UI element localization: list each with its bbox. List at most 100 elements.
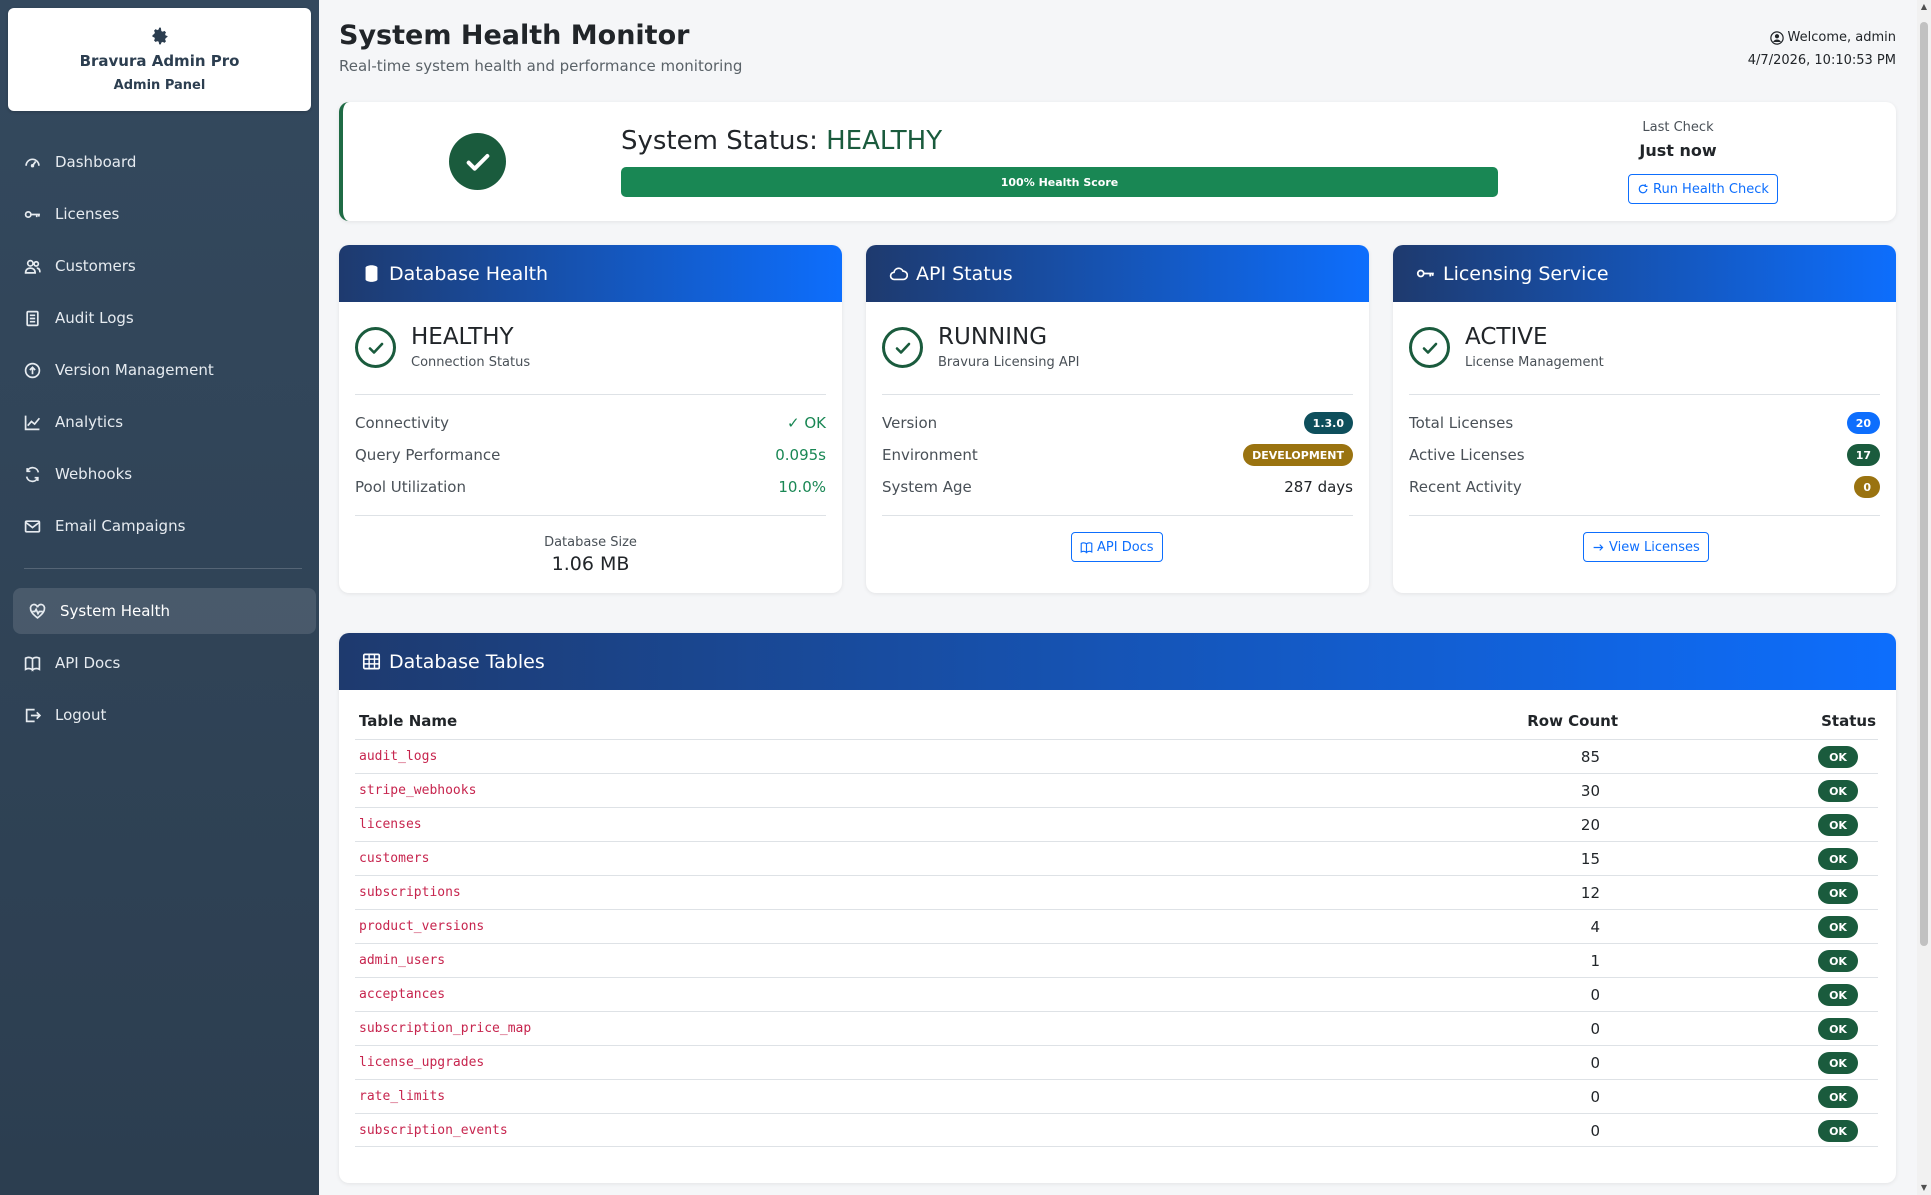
row-count-cell: 0 [1590, 1122, 1600, 1140]
sidebar-item-label: System Health [60, 602, 170, 620]
status-badge: OK [1818, 1018, 1858, 1040]
refresh-icon [1638, 184, 1648, 194]
database-health-title: Database Health [389, 262, 549, 285]
recent-activity-row: Recent Activity 0 [1409, 476, 1880, 498]
licensing-status-sub: License Management [1465, 355, 1604, 370]
scroll-down-arrow-icon[interactable]: ▼ [1919, 1183, 1929, 1193]
pool-utilization-row: Pool Utilization 10.0% [355, 476, 826, 498]
system-status-card: System Status: HEALTHY 100% Health Score… [339, 102, 1896, 221]
environment-row: Environment DEVELOPMENT [882, 444, 1353, 466]
col-header-status: Status [1821, 712, 1876, 730]
status-badge: OK [1818, 814, 1858, 836]
sidebar-item-api-docs[interactable]: API Docs [13, 640, 316, 686]
table-row: stripe_webhooks 30 OK [355, 773, 1878, 807]
key-icon [23, 205, 41, 223]
api-status-title: API Status [916, 262, 1013, 285]
row-label: Version [882, 414, 938, 432]
last-check-label: Last Check [1642, 120, 1714, 135]
status-badge: OK [1818, 916, 1858, 938]
row-count-cell: 15 [1580, 850, 1600, 868]
row-label: Environment [882, 446, 978, 464]
table-name-cell: stripe_webhooks [359, 783, 477, 798]
active-licenses-row: Active Licenses 17 [1409, 444, 1880, 466]
table-name-cell: admin_users [359, 953, 446, 968]
row-count-cell: 85 [1580, 748, 1600, 766]
version-row: Version 1.3.0 [882, 412, 1353, 434]
view-licenses-button[interactable]: View Licenses [1583, 532, 1709, 562]
table-name-cell: acceptances [359, 987, 446, 1002]
sidebar-item-dashboard[interactable]: Dashboard [13, 139, 316, 185]
api-status-card: API Status RUNNING Bravura Licensing API… [866, 245, 1369, 593]
licensing-service-card: Licensing Service ACTIVE License Managem… [1393, 245, 1896, 593]
table-name-cell: product_versions [359, 919, 485, 934]
sidebar-item-customers[interactable]: Customers [13, 243, 316, 289]
divider [882, 394, 1353, 395]
row-label: Connectivity [355, 414, 449, 432]
key-icon [1416, 269, 1434, 278]
query-performance-row: Query Performance 0.095s [355, 444, 826, 466]
api-status-header: API Status [866, 245, 1369, 302]
environment-badge: DEVELOPMENT [1243, 444, 1353, 466]
table-row: product_versions 4 OK [355, 909, 1878, 943]
table-row: acceptances 0 OK [355, 977, 1878, 1011]
sidebar-item-analytics[interactable]: Analytics [13, 399, 316, 445]
system-status-value: HEALTHY [826, 126, 943, 156]
active-licenses-badge: 17 [1846, 444, 1880, 466]
licensing-service-title: Licensing Service [1443, 262, 1609, 285]
api-docs-button[interactable]: API Docs [1071, 532, 1163, 562]
sidebar-item-audit-logs[interactable]: Audit Logs [13, 295, 316, 341]
health-score-bar: 100% Health Score [621, 167, 1498, 197]
status-badge: OK [1818, 746, 1858, 768]
row-value: 10.0% [778, 478, 826, 496]
health-score-fill: 100% Health Score [621, 167, 1498, 197]
sidebar-item-label: Licenses [55, 205, 120, 223]
welcome-user[interactable]: Welcome, admin [1769, 30, 1896, 45]
scrollbar[interactable]: ▲ ▼ [1917, 0, 1931, 1195]
sidebar-item-email-campaigns[interactable]: Email Campaigns [13, 503, 316, 549]
api-status-sub: Bravura Licensing API [938, 355, 1080, 370]
scrollbar-thumb[interactable] [1920, 22, 1928, 946]
row-count-cell: 4 [1590, 918, 1600, 936]
run-health-check-button[interactable]: Run Health Check [1628, 174, 1778, 204]
database-size: Database Size 1.06 MB [339, 535, 842, 575]
sidebar-item-label: Webhooks [55, 465, 133, 483]
dashboard-icon [23, 153, 41, 171]
divider [355, 394, 826, 395]
sidebar-item-label: Logout [55, 706, 107, 724]
last-check: Last Check Just now [1578, 120, 1778, 160]
sidebar-item-licenses[interactable]: Licenses [13, 191, 316, 237]
row-count-cell: 20 [1580, 816, 1600, 834]
row-count-cell: 0 [1590, 1054, 1600, 1072]
chart-icon [23, 413, 41, 431]
scroll-up-arrow-icon[interactable]: ▲ [1919, 2, 1929, 12]
database-status: HEALTHY [411, 324, 514, 350]
gear-icon [152, 27, 167, 45]
system-age-row: System Age 287 days [882, 476, 1353, 498]
row-label: Pool Utilization [355, 478, 466, 496]
divider [1409, 394, 1880, 395]
sidebar-item-label: Dashboard [55, 153, 137, 171]
database-health-header: Database Health [339, 245, 842, 302]
sidebar-item-label: API Docs [55, 654, 121, 672]
status-badge: OK [1818, 1052, 1858, 1074]
page-title: System Health Monitor [339, 20, 690, 51]
sidebar-item-version-management[interactable]: Version Management [13, 347, 316, 393]
table-name-cell: subscription_price_map [359, 1021, 532, 1036]
table-name-cell: subscription_events [359, 1123, 508, 1138]
status-badge: OK [1818, 882, 1858, 904]
table-row: license_upgrades 0 OK [355, 1045, 1878, 1079]
sidebar: Bravura Admin Pro Admin Panel Dashboard … [0, 0, 319, 1195]
sidebar-item-webhooks[interactable]: Webhooks [13, 451, 316, 497]
page-subtitle: Real-time system health and performance … [339, 57, 743, 75]
database-tables-header: Database Tables [339, 633, 1896, 690]
table-row: subscription_events 0 OK [355, 1113, 1878, 1147]
status-badge: OK [1818, 984, 1858, 1006]
row-label: Recent Activity [1409, 478, 1522, 496]
welcome-text: Welcome, admin [1787, 30, 1896, 45]
logout-icon [23, 706, 41, 724]
database-size-label: Database Size [544, 535, 637, 550]
sidebar-item-logout[interactable]: Logout [13, 692, 316, 738]
table-row: audit_logs 85 OK [355, 739, 1878, 773]
divider [1409, 515, 1880, 516]
sidebar-item-system-health[interactable]: System Health [13, 588, 316, 634]
